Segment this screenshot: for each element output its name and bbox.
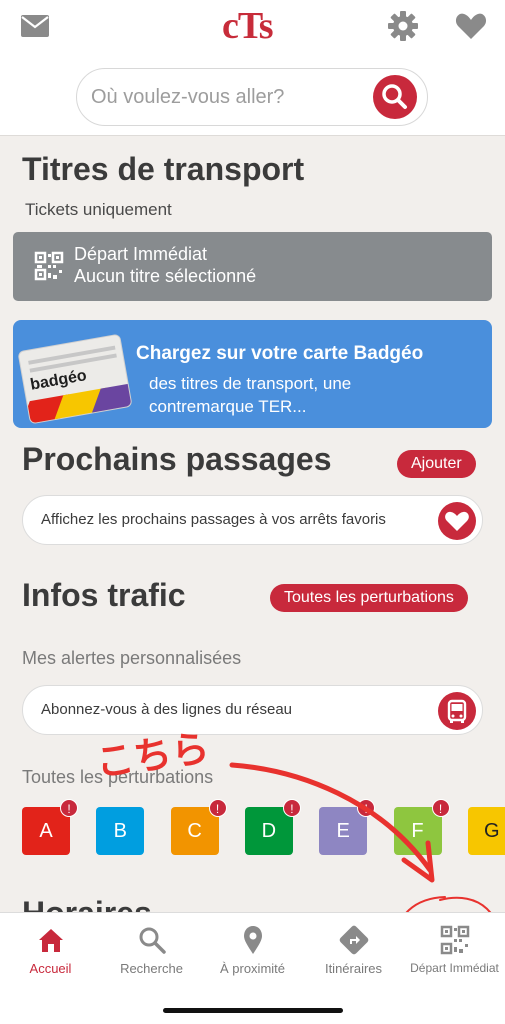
tab-recherche-label: Recherche	[120, 961, 183, 976]
tab-accueil[interactable]: Accueil	[0, 913, 101, 993]
search-bar[interactable]: Où voulez-vous aller?	[76, 68, 428, 126]
gear-icon[interactable]	[387, 10, 419, 42]
depart-immediat-label: Départ Immédiat	[74, 244, 208, 264]
toutes-perturbations-button[interactable]: Toutes les perturbations	[270, 584, 468, 612]
alert-badge: !	[60, 799, 78, 817]
line-badge-f[interactable]: F!	[393, 799, 450, 855]
cts-logo: cTs	[222, 5, 274, 47]
line-badge-e[interactable]: E!	[319, 799, 376, 855]
line-badge-label: F	[411, 820, 424, 842]
search-icon	[382, 84, 407, 109]
line-badge-a[interactable]: A!	[22, 799, 78, 855]
favorites-heart-button[interactable]	[438, 502, 476, 540]
depart-immediat-status: Aucun titre sélectionné	[74, 266, 257, 286]
favorites-row[interactable]: Affichez les prochains passages à vos ar…	[22, 495, 483, 545]
badgeo-promo-card[interactable]: badgéo Chargez sur votre carte Badgéo de…	[13, 320, 492, 428]
subscribe-bus-button[interactable]	[438, 692, 476, 730]
line-badge-c[interactable]: C!	[170, 799, 227, 855]
depart-immediat-card[interactable]: Départ Immédiat Aucun titre sélectionné	[13, 232, 492, 301]
line-badge-d[interactable]: D!	[244, 799, 301, 855]
tickets-title: Titres de transport	[22, 151, 305, 187]
line-badge-label: G	[484, 820, 500, 842]
infos-trafic-title: Infos trafic	[22, 577, 186, 613]
line-badge-label: C	[187, 820, 202, 842]
line-badge-label: E	[336, 820, 350, 842]
tab-itineraires-label: Itinéraires	[324, 961, 383, 976]
tickets-subtitle: Tickets uniquement	[25, 200, 172, 219]
tab-depart-immediat[interactable]: Départ Immédiat	[404, 913, 505, 993]
badgeo-line2: contremarque TER...	[149, 397, 307, 416]
mail-icon[interactable]	[20, 14, 50, 38]
tab-accueil-label: Accueil	[29, 961, 72, 976]
home-indicator	[163, 1008, 343, 1013]
tab-recherche[interactable]: Recherche	[101, 913, 202, 993]
subscribe-text: Abonnez-vous à des lignes du réseau	[41, 701, 293, 718]
bus-icon	[447, 699, 467, 723]
home-content[interactable]: Titres de transport Tickets uniquement D…	[0, 137, 505, 912]
alert-badge: !	[431, 799, 450, 817]
badgeo-card-image: badgéo	[17, 333, 133, 425]
line-badge-g[interactable]: G	[467, 807, 505, 855]
badgeo-title: Chargez sur votre carte Badgéo	[136, 343, 424, 364]
line-badge-b[interactable]: B	[96, 807, 145, 855]
badgeo-line1: des titres de transport, une	[149, 374, 352, 393]
line-badge-label: D	[261, 820, 277, 842]
subscribe-row[interactable]: Abonnez-vous à des lignes du réseau	[22, 685, 483, 735]
alerts-label: Mes alertes personnalisées	[22, 648, 242, 668]
heart-icon[interactable]	[455, 12, 487, 40]
horaires-title: Horaires	[22, 895, 152, 912]
directions-icon	[339, 925, 369, 955]
app-header: cTs Où voulez-vous aller?	[0, 0, 505, 136]
search-input[interactable]: Où voulez-vous aller?	[91, 86, 284, 109]
alert-badge: !	[357, 799, 376, 817]
favorites-text: Affichez les prochains passages à vos ar…	[41, 511, 386, 528]
alert-badge: !	[282, 799, 301, 817]
ajouter-button[interactable]: Ajouter	[397, 450, 476, 478]
qr-code-icon	[440, 925, 470, 955]
all-perturbations-label: Toutes les perturbations	[22, 767, 214, 787]
bottom-tab-bar: Accueil Recherche À proximité Itinéraire…	[0, 912, 505, 1024]
tab-depart-immediat-label: Départ Immédiat	[410, 961, 499, 975]
tab-itineraires[interactable]: Itinéraires	[303, 913, 404, 993]
qr-code-icon	[34, 251, 64, 281]
tab-a-proximite[interactable]: À proximité	[202, 913, 303, 993]
search-icon	[139, 927, 166, 954]
home-icon	[39, 929, 63, 952]
search-button[interactable]	[373, 75, 417, 119]
location-pin-icon	[244, 926, 262, 954]
heart-icon	[445, 511, 469, 531]
line-badge-label: B	[113, 820, 127, 842]
line-badge-label: A	[39, 820, 53, 842]
prochains-passages-title: Prochains passages	[22, 441, 332, 477]
tab-a-proximite-label: À proximité	[219, 961, 286, 976]
alert-badge: !	[208, 799, 227, 817]
